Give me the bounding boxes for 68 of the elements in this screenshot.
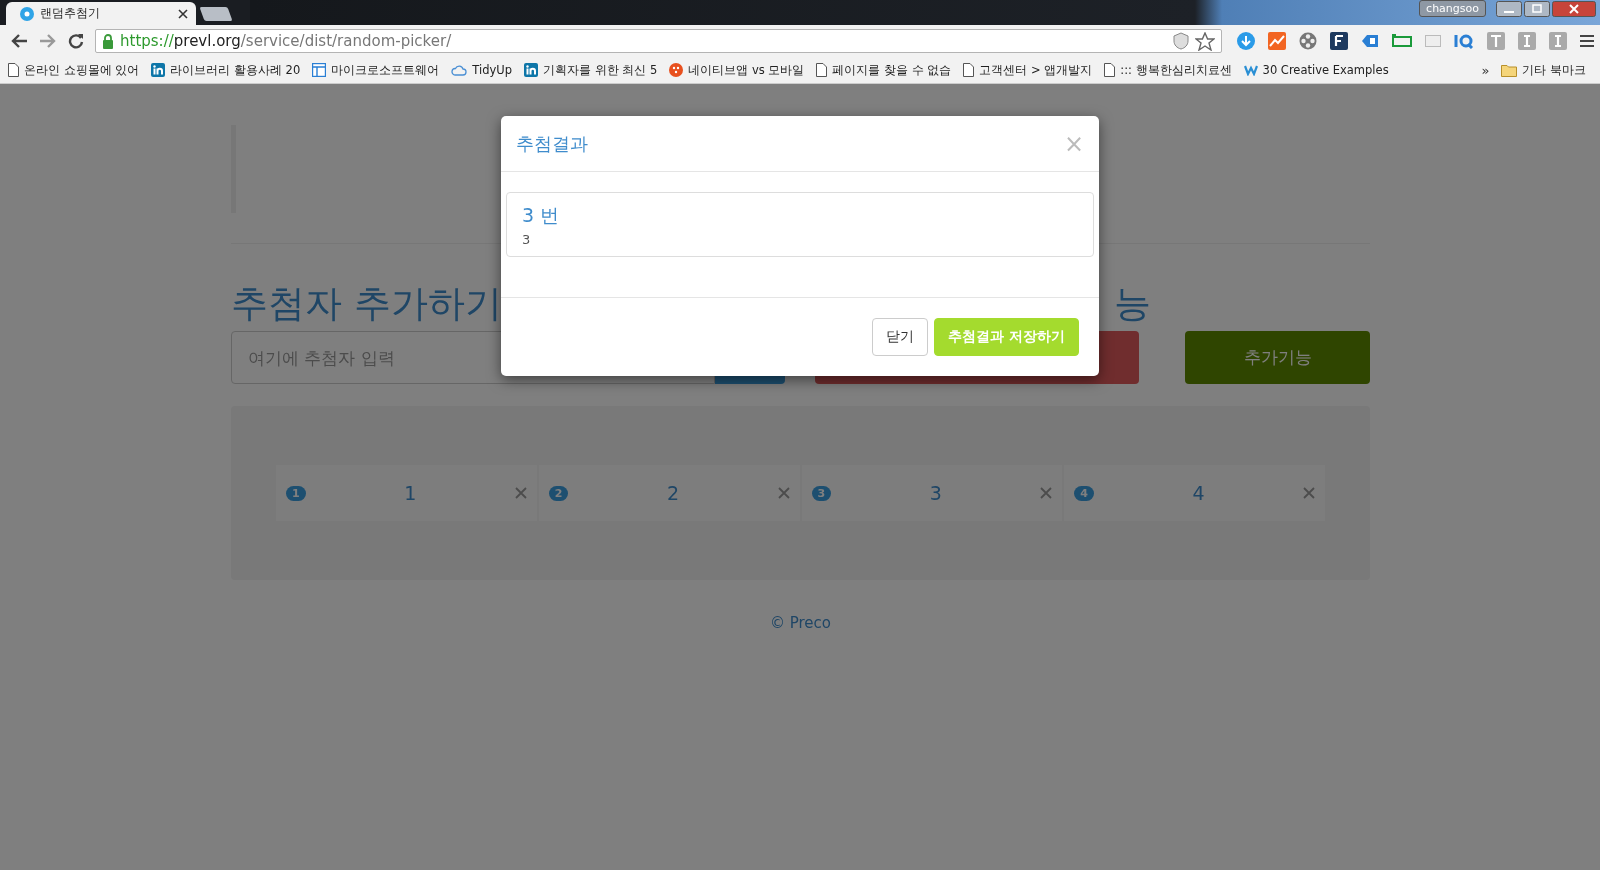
bookmarks-overflow-button[interactable]: » [1481,62,1490,78]
entry-name: 4 [1191,482,1206,504]
chart-icon[interactable] [1268,32,1286,50]
dialog-title: 추첨결과 [516,131,588,156]
letters-iq-icon[interactable] [1454,33,1474,49]
other-bookmarks-folder[interactable]: 기타 북마크 [1501,62,1586,78]
restore-icon[interactable] [1524,0,1550,17]
footer-text: © Preco [768,614,832,632]
number-badge: 4 [1074,485,1094,501]
page-icon [816,63,828,77]
section-heading: 능 [1114,282,1151,326]
back-icon[interactable] [10,33,28,49]
entry-name: 1 [403,482,418,504]
address-bar[interactable]: https://prevl.org/service/dist/random-picker/ [95,29,1222,53]
bookmark-item[interactable]: 라이브러리 활용사례 20 [151,62,301,78]
close-dialog-button[interactable]: 닫기 [872,318,929,356]
letter-t-icon[interactable] [1487,32,1505,50]
remove-icon[interactable] [1040,487,1053,499]
cloud-icon [451,64,468,76]
remove-icon[interactable] [514,487,527,499]
linkedin-icon [151,63,166,77]
linkedin-icon [523,63,538,77]
section-heading: 추첨자 추가하기 [231,282,502,326]
entry-name: 2 [665,482,680,504]
bookmark-item[interactable]: 온라인 쇼핑몰에 있어 [8,62,140,78]
close-icon[interactable] [1552,0,1596,17]
bookmark-item[interactable]: TidyUp [451,63,512,77]
bookmark-item[interactable]: ::: 행복한심리치료센 [1104,62,1232,78]
bookmark-item[interactable]: 마이크로소프트웨어 [312,62,440,78]
browser-tab[interactable]: 랜덤추첨기 [6,2,196,25]
page-icon [8,63,19,77]
minimize-icon[interactable] [1496,0,1522,17]
new-tab-button[interactable] [199,7,233,21]
bookmark-item[interactable]: 30 Creative Examples [1243,63,1389,77]
letter-w-icon [1243,64,1258,76]
tag-icon[interactable] [1361,33,1379,49]
download-icon[interactable] [1237,32,1255,50]
close-icon[interactable] [178,8,188,19]
menu-icon[interactable] [1580,35,1594,47]
circle-badge-icon [669,63,684,77]
page-icon [1104,63,1116,77]
folder-icon [1501,63,1518,77]
letter-i-icon[interactable] [1518,32,1536,50]
number-badge: 3 [811,485,832,501]
url-text: https://prevl.org/service/dist/random-picker/ [120,32,452,50]
result-title: 3 번 [522,203,561,228]
reload-icon[interactable] [68,33,84,49]
bookmark-item[interactable]: 기획자를 위한 최신 5 [523,62,658,78]
bookmark-item[interactable]: 네이티브앱 vs 모바일 [669,62,805,78]
letter-f-icon[interactable] [1330,32,1348,50]
lock-icon [102,33,114,49]
remove-icon[interactable] [777,487,790,499]
bookmark-item[interactable]: 고객센터 > 앱개발지 [963,62,1093,78]
entry-name: 3 [928,482,943,504]
result-detail: 3 [522,232,532,247]
letter-i-icon[interactable] [1549,32,1567,50]
star-icon[interactable] [1195,31,1215,51]
tab-title: 랜덤추첨기 [40,5,101,22]
remove-icon[interactable] [1303,487,1315,499]
number-badge: 2 [548,485,569,501]
film-reel-icon[interactable] [1299,32,1317,50]
layout-icon [312,63,327,77]
number-badge: 1 [286,485,306,501]
page-icon [963,63,975,77]
bookmark-item[interactable]: 페이지를 찾을 수 없습 [816,62,952,78]
site-icon [20,6,34,21]
shield-icon[interactable] [1173,32,1189,50]
forward-icon[interactable] [39,33,57,49]
